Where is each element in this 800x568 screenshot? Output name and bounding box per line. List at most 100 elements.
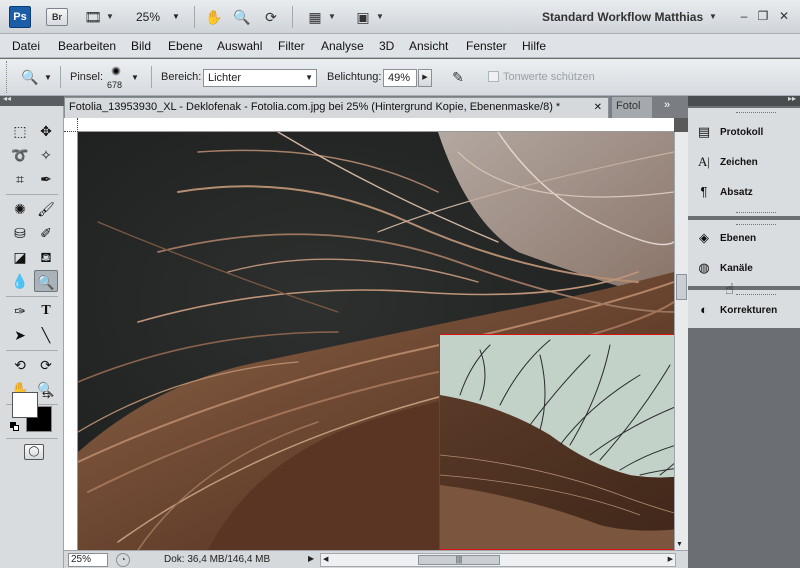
panel-protokoll[interactable]: ▤ Protokoll: [696, 122, 764, 144]
restore-icon[interactable]: ❐: [755, 8, 771, 24]
film-strip-icon[interactable]: 🎞: [82, 7, 104, 27]
move-tool-icon[interactable]: ✥: [34, 120, 58, 142]
panel-korrekturen[interactable]: ◐ Korrekturen: [696, 300, 777, 322]
history-brush-icon[interactable]: ✐: [34, 222, 58, 244]
blur-tool-icon[interactable]: 💧: [8, 270, 32, 292]
chevron-down-icon: ▼: [172, 12, 180, 21]
type-tool-icon[interactable]: T: [34, 300, 58, 322]
horizontal-ruler[interactable]: [78, 118, 674, 132]
more-tabs-icon[interactable]: »: [664, 99, 670, 111]
workspace-switcher[interactable]: Standard Workflow Matthias: [542, 8, 703, 26]
close-tab-icon[interactable]: ✕: [594, 98, 602, 117]
menu-auswahl[interactable]: Auswahl: [217, 39, 262, 53]
horizontal-scroll-thumb[interactable]: |||: [418, 555, 500, 565]
chevron-down-icon[interactable]: ▼: [105, 7, 115, 27]
zoom-tool-icon[interactable]: 🔍: [231, 7, 253, 27]
path-selection-icon[interactable]: ➤: [8, 324, 32, 346]
panel-group-2: ◈ Ebenen ◍ Kanäle: [688, 220, 800, 288]
healing-brush-icon[interactable]: ✺: [8, 198, 32, 220]
brush-size: 678: [107, 80, 123, 90]
menu-ansicht[interactable]: Ansicht: [409, 39, 448, 53]
vertical-scroll-thumb[interactable]: [676, 274, 687, 300]
panel-ebenen[interactable]: ◈ Ebenen: [696, 228, 756, 250]
magic-wand-icon[interactable]: ✧: [34, 144, 58, 166]
image-canvas[interactable]: [78, 132, 674, 550]
3d-rotate-icon[interactable]: ⟲: [8, 354, 32, 376]
scroll-right-icon[interactable]: ▶: [668, 555, 673, 563]
menu-hilfe[interactable]: Hilfe: [522, 39, 546, 53]
chevron-down-icon[interactable]: ▼: [131, 73, 139, 82]
document-size: Dok: 36,4 MB/146,4 MB: [164, 554, 271, 565]
close-icon[interactable]: ✕: [776, 8, 792, 24]
chevron-down-icon[interactable]: ▼: [708, 7, 718, 27]
foreground-color-swatch-top[interactable]: [12, 392, 38, 418]
adjustments-icon: ◐: [700, 302, 708, 318]
status-menu-arrow-icon[interactable]: ▶: [308, 554, 314, 563]
rotate-view-icon[interactable]: ⟳: [260, 7, 282, 27]
quick-mask-button[interactable]: ◯: [24, 444, 44, 460]
3d-orbit-icon[interactable]: ⟳: [34, 354, 58, 376]
scroll-left-icon[interactable]: ◀: [323, 555, 328, 563]
panel-absatz[interactable]: ¶ Absatz: [696, 182, 753, 204]
dodge-tool-icon[interactable]: 🔍: [34, 270, 58, 292]
marquee-tool-icon[interactable]: ⬚: [8, 120, 32, 142]
swap-colors-icon[interactable]: ⇆: [42, 390, 50, 401]
dodge-tool-preset-icon[interactable]: 🔍: [18, 66, 42, 88]
menu-analyse[interactable]: Analyse: [321, 39, 364, 53]
brush-tool-icon[interactable]: 🖌: [34, 198, 58, 220]
clone-stamp-icon[interactable]: ⛁: [8, 222, 32, 244]
tab-document-2[interactable]: Fotol: [612, 97, 652, 118]
chevron-down-icon[interactable]: ▼: [44, 73, 52, 82]
tab-document-active[interactable]: Fotolia_13953930_XL - Deklofenak - Fotol…: [64, 97, 609, 118]
eyedropper-icon[interactable]: ✒: [34, 168, 58, 190]
panel-kanaele[interactable]: ◍ Kanäle: [696, 258, 752, 280]
comparison-inset: [439, 334, 674, 550]
vertical-scrollbar[interactable]: ▼: [674, 132, 688, 550]
inset-photo: [440, 335, 674, 549]
menu-3d[interactable]: 3D: [379, 39, 394, 53]
status-zoom-input[interactable]: 25%: [68, 553, 108, 567]
airbrush-icon[interactable]: ✎: [446, 67, 470, 87]
horizontal-scrollbar[interactable]: ||| ◀ ▶: [320, 553, 676, 567]
vertical-ruler[interactable]: [64, 132, 78, 550]
paint-bucket-icon[interactable]: ⛾: [34, 246, 58, 268]
protect-tones-label: Tonwerte schützen: [503, 71, 595, 83]
chevron-down-icon[interactable]: ▼: [327, 7, 337, 27]
zoom-level-select[interactable]: 25% ▼: [136, 8, 186, 26]
scroll-down-icon[interactable]: ▼: [676, 541, 683, 548]
screen-mode-icon[interactable]: ▣: [352, 7, 374, 27]
arrange-documents-icon[interactable]: ▦: [304, 7, 326, 27]
menu-datei[interactable]: Datei: [12, 39, 40, 53]
minimize-icon[interactable]: –: [736, 8, 752, 24]
menu-bearbeiten[interactable]: Bearbeiten: [58, 39, 116, 53]
exposure-input[interactable]: 49%: [383, 69, 417, 87]
tools-collapse-bar[interactable]: ◂◂: [0, 94, 64, 106]
hand-tool-icon[interactable]: ✋: [203, 7, 225, 27]
panel-zeichen[interactable]: A| Zeichen: [696, 152, 758, 174]
brush-preview[interactable]: [111, 66, 121, 76]
menu-fenster[interactable]: Fenster: [466, 39, 507, 53]
ruler-origin[interactable]: [64, 118, 78, 132]
panel-collapse-bar[interactable]: ▸▸: [688, 94, 800, 106]
panel-group-1: ▤ Protokoll A| Zeichen ¶ Absatz: [688, 108, 800, 218]
status-info-icon[interactable]: ◔: [116, 553, 130, 567]
menu-ebene[interactable]: Ebene: [168, 39, 203, 53]
chevron-down-icon[interactable]: ▼: [375, 7, 385, 27]
paragraph-icon: ¶: [700, 184, 708, 200]
bridge-button[interactable]: Br: [46, 8, 68, 26]
exposure-slider-button[interactable]: ▶: [418, 69, 432, 87]
lasso-tool-icon[interactable]: ➰: [8, 144, 32, 166]
crop-tool-icon[interactable]: ⌗: [8, 168, 32, 190]
document-tab-bar: Fotolia_13953930_XL - Deklofenak - Fotol…: [64, 96, 688, 118]
line-tool-icon[interactable]: ╲: [34, 324, 58, 346]
eraser-tool-icon[interactable]: ◪: [8, 246, 32, 268]
range-select[interactable]: Lichter ▼: [203, 69, 317, 87]
pen-tool-icon[interactable]: ✑: [8, 300, 32, 322]
protect-tones-checkbox[interactable]: [488, 71, 499, 82]
options-grip[interactable]: [6, 61, 9, 93]
menu-filter[interactable]: Filter: [278, 39, 305, 53]
document-window: ▼: [64, 118, 688, 550]
default-colors-icon[interactable]: [10, 422, 20, 432]
chevron-down-icon: ▼: [305, 73, 313, 82]
menu-bild[interactable]: Bild: [131, 39, 151, 53]
